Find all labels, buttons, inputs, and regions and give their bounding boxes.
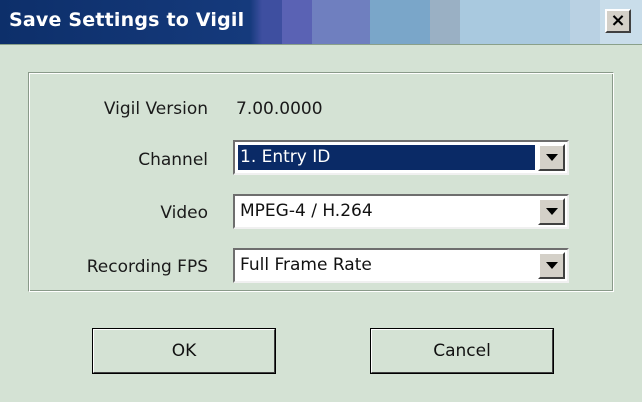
chevron-down-icon <box>545 208 558 215</box>
fps-selected-value: Full Frame Rate <box>240 255 372 275</box>
version-value: 7.00.0000 <box>236 99 323 119</box>
ok-button[interactable]: OK <box>92 328 276 374</box>
fps-select[interactable]: Full Frame Rate <box>233 248 569 283</box>
fps-label: Recording FPS <box>86 257 208 277</box>
window-title: Save Settings to Vigil <box>9 9 245 31</box>
close-button[interactable]: × <box>605 9 631 33</box>
fps-dropdown-button[interactable] <box>538 252 565 279</box>
channel-label: Channel <box>138 150 208 170</box>
video-dropdown-button[interactable] <box>538 198 565 225</box>
video-selected-value: MPEG-4 / H.264 <box>240 201 373 221</box>
cancel-button[interactable]: Cancel <box>370 328 554 374</box>
channel-dropdown-button[interactable] <box>538 144 565 171</box>
channel-selected-value: 1. Entry ID <box>238 145 535 170</box>
video-select[interactable]: MPEG-4 / H.264 <box>233 194 569 229</box>
chevron-down-icon <box>545 262 558 269</box>
close-icon: × <box>610 10 626 31</box>
version-label: Vigil Version <box>103 99 208 119</box>
video-label: Video <box>160 203 208 223</box>
title-bar[interactable]: Save Settings to Vigil × <box>0 0 642 45</box>
channel-select[interactable]: 1. Entry ID <box>233 140 569 175</box>
cancel-button-label: Cancel <box>433 341 491 361</box>
ok-button-label: OK <box>171 341 197 361</box>
chevron-down-icon <box>545 154 558 161</box>
